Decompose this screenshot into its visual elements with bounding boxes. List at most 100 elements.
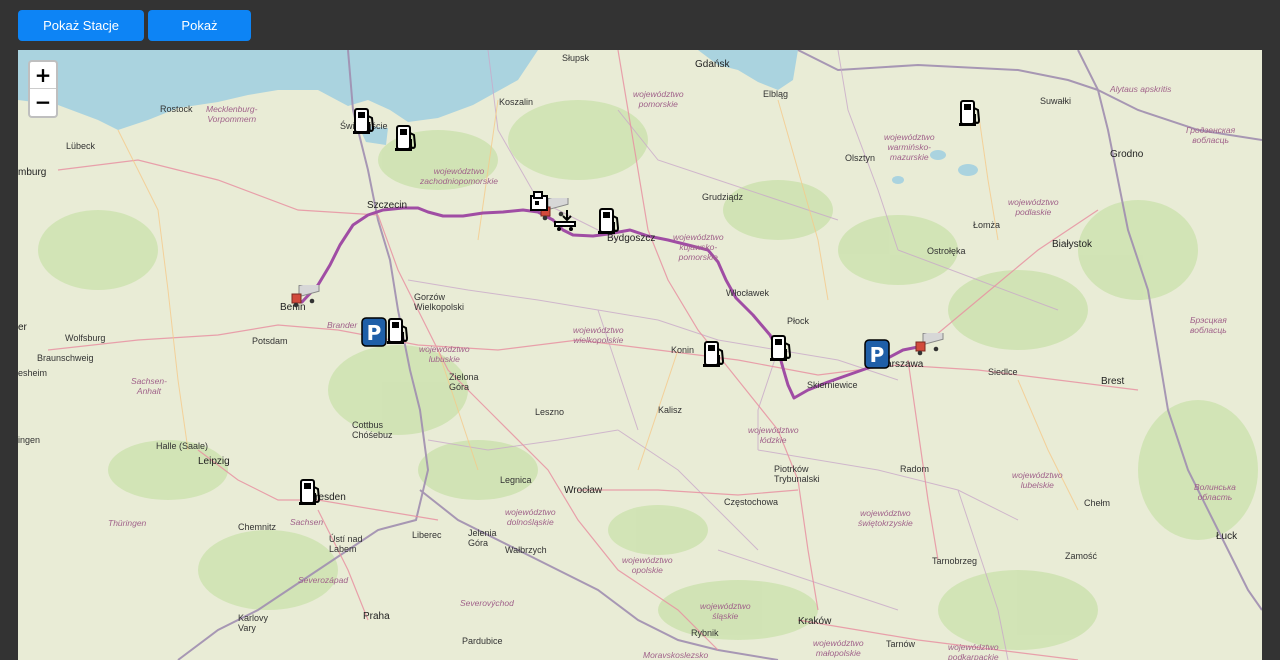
truck-icon[interactable]: [290, 279, 320, 314]
city-label: Lübeck: [66, 141, 96, 151]
city-label: Białystok: [1052, 239, 1093, 250]
city-label: Słupsk: [562, 53, 590, 63]
region-label: województwo opolskie: [622, 555, 673, 575]
fuel-station-icon[interactable]: [769, 333, 795, 368]
city-label: ingen: [18, 435, 41, 445]
city-label: Rybnik: [691, 628, 719, 638]
city-label: Rostock: [160, 104, 193, 114]
region-label: województwo wielkopolskie: [573, 325, 624, 345]
fuel-station-icon[interactable]: [702, 339, 728, 374]
region-label: Severovýchod: [460, 598, 514, 608]
city-label: Piotrków Trybunalski: [774, 464, 820, 484]
region-label: województwo śląskie: [700, 601, 751, 621]
region-label: województwo pomorskie: [633, 89, 684, 109]
city-label: Potsdam: [252, 336, 288, 346]
region-label: Волинська область: [1194, 482, 1236, 502]
city-label: Pardubice: [462, 636, 503, 646]
fuel-station-icon[interactable]: [394, 123, 420, 158]
region-label: województwo warmińsko- mazurskie: [884, 132, 935, 162]
region-label: Alytaus apskritis: [1110, 84, 1172, 94]
city-label: Łuck: [1216, 531, 1238, 542]
city-label: Tarnobrzeg: [932, 556, 978, 566]
city-label: Zamość: [1065, 551, 1098, 561]
city-label: Tarnów: [886, 639, 916, 649]
city-label: Radom: [900, 464, 930, 474]
city-label: Olsztyn: [845, 153, 876, 163]
city-label: Częstochowa: [724, 497, 779, 507]
region-label: Thüringen: [108, 518, 147, 528]
region-label: województwo podkarpackie: [948, 642, 999, 660]
city-label: Leipzig: [198, 456, 230, 467]
region-label: Sachsen: [290, 517, 324, 527]
city-label: Włocławek: [726, 288, 770, 298]
city-label: Suwałki: [1040, 96, 1072, 106]
fuel-station-icon[interactable]: [386, 316, 412, 351]
show-parkings-button[interactable]: Pokaż Parkingi: [148, 10, 251, 64]
fuel-station-icon[interactable]: [352, 106, 378, 141]
city-label: Grodno: [1110, 149, 1144, 160]
city-label: Ostrołęka: [927, 246, 966, 256]
warehouse-icon[interactable]: [528, 190, 552, 219]
city-label: Kraków: [798, 616, 832, 627]
zoom-control: + −: [28, 60, 58, 118]
city-label: Wałbrzych: [505, 545, 547, 555]
top-toolbar: Pokaż Stacje Paliw Pokaż Parkingi: [0, 0, 1280, 64]
city-label: er: [18, 322, 27, 333]
region-label: województwo dolnośląskie: [505, 507, 556, 527]
city-label: Wolfsburg: [65, 333, 106, 343]
fuel-station-icon[interactable]: [958, 98, 984, 133]
city-label: Konin: [671, 345, 695, 355]
city-label: Wrocław: [564, 485, 603, 496]
region-label: województwo zachodniopomorskie: [420, 166, 498, 186]
city-label: Halle (Saale): [156, 441, 209, 451]
svg-text:P: P: [367, 321, 382, 345]
parking-icon[interactable]: P: [361, 317, 387, 352]
city-label: Grudziądz: [702, 192, 744, 202]
unloading-icon[interactable]: [553, 208, 579, 237]
region-label: Sachsen- Anhalt: [131, 376, 167, 396]
city-label: Łomża: [973, 220, 1001, 230]
city-label: Koszalin: [499, 97, 534, 107]
region-label: Severozápad: [298, 575, 349, 585]
city-label: Karlovy Vary: [238, 613, 269, 633]
zoom-out-button[interactable]: −: [30, 89, 56, 115]
city-label: Płock: [787, 316, 810, 326]
city-label: Legnica: [500, 475, 532, 485]
city-label: Chemnitz: [238, 522, 277, 532]
svg-text:P: P: [870, 343, 885, 367]
city-label: Liberec: [412, 530, 442, 540]
city-label: Jelenia Góra: [468, 528, 497, 548]
city-label: Gdańsk: [695, 59, 730, 70]
region-label: Moravskoslezsko: [643, 650, 709, 660]
city-label: Kalisz: [658, 405, 683, 415]
city-label: mburg: [18, 167, 47, 178]
fuel-station-icon[interactable]: [597, 206, 623, 241]
city-label: Gorzów Wielkopolski: [414, 292, 465, 312]
city-label: Elbląg: [763, 89, 789, 99]
city-label: Zielona Góra: [449, 372, 479, 392]
city-label: Praha: [363, 611, 390, 622]
zoom-in-button[interactable]: +: [30, 62, 56, 89]
city-label: esheim: [18, 368, 48, 378]
region-label: województwo podlaskie: [1008, 197, 1059, 217]
region-label: województwo małopolskie: [813, 638, 864, 658]
show-fuel-stations-button[interactable]: Pokaż Stacje Paliw: [18, 10, 144, 64]
city-label: Leszno: [535, 407, 565, 417]
region-label: województwo kujawsko- pomorskie: [673, 232, 724, 262]
region-label: Гродзенская вобласць: [1186, 125, 1236, 145]
city-label: Ústí nad Labem: [329, 534, 363, 554]
map-view[interactable]: Słupsk Gdańsk Rostock Lübeck Koszalin Elbląg S…: [18, 50, 1262, 660]
region-label: województwo lubuskie: [419, 344, 470, 364]
region-label: Brander: [327, 320, 358, 330]
region-label: Mecklenburg- Vorpommern: [206, 104, 258, 124]
parking-icon[interactable]: P: [864, 339, 890, 374]
city-label: Siedlce: [988, 367, 1018, 377]
region-label: Брэсцкая вобласць: [1190, 315, 1227, 335]
region-label: województwo świętokrzyskie: [858, 508, 913, 528]
region-label: województwo lubelskie: [1012, 470, 1063, 490]
fuel-station-icon[interactable]: [298, 477, 324, 512]
city-label: Szczecin: [367, 200, 408, 211]
city-label: Brest: [1101, 376, 1125, 387]
city-label: Braunschweig: [37, 353, 94, 363]
truck-icon[interactable]: [914, 327, 944, 362]
